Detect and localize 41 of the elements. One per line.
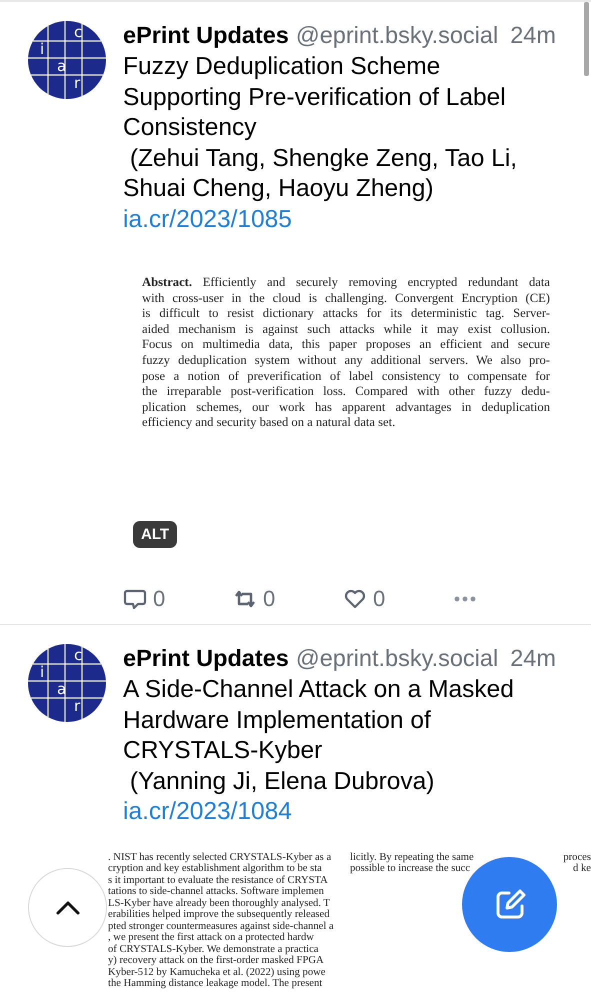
document-line: the Hamming distance leakage model. The present xyxy=(108,978,324,990)
logo-letter: c xyxy=(74,23,82,41)
document-line: tations to side-channel attacks. Software implemen xyxy=(108,886,325,898)
document-line: . NIST has recently selected CRYSTALS-Kyber as a xyxy=(108,852,332,863)
document-line: y) recovery attack on the first-order masked FPGA xyxy=(108,955,325,966)
document-line: possible to increase the succ xyxy=(350,863,470,874)
logo-letter: c xyxy=(74,646,82,664)
heart-icon xyxy=(343,587,367,611)
document-line: d ke xyxy=(573,863,591,874)
paper-link[interactable]: ia.cr/2023/1084 xyxy=(123,798,292,825)
chevron-up-icon xyxy=(54,900,80,916)
document-line: pted stronger countermeasures against side-channel a xyxy=(108,920,335,932)
document-line: , we present the first attack on a protected hardw xyxy=(108,932,315,944)
post-time: 24m xyxy=(510,644,556,673)
logo-letter: i xyxy=(40,40,44,58)
author-name: ePrint Updates xyxy=(123,644,289,673)
post-text: Fuzzy Deduplication Scheme Supporting Pre-verification of Label Consistency (Zehui Tang, Shengke Zeng, Tao Li, Shuai Cheng, Haoyu Zheng) ia.cr/2023/1085 xyxy=(123,52,518,234)
document-line: erabilities helped improve the subsequently released xyxy=(108,909,331,920)
document-line: licitly. By repeating the same xyxy=(350,852,474,863)
author-handle: @eprint.bsky.social xyxy=(296,644,498,673)
logo-letter: r xyxy=(74,697,80,715)
author-name: ePrint Updates xyxy=(123,21,289,50)
paper-link[interactable]: ia.cr/2023/1085 xyxy=(123,206,292,232)
abstract-text: Abstract. Efficiently and securely removing encrypted redundant data with cross-user in the cloud is challenging. Convergent Encryption (CE) is difficult to resist dictionary attacks for its deterministic tag. Server- aided mechanism is against such attacks while it may exist collusion. Focus on multimedia data, this paper proposes an efficient and secure fuzzy deduplication system without any additional servers. We also pro- pose a notion of preverification of label consistency to compensate for the irreparable post-verification loss. Compared with other fuzzy dedu- plication schemes, our work has apparent advantages in deduplication efficiency and security based on a natural data set. xyxy=(142,275,550,431)
post-text: A Side-Channel Attack on a Masked Hardware Implementation of CRYSTALS-Kyber (Yanning Ji, Elena Dubrova) ia.cr/2023/1084 xyxy=(123,675,515,827)
document-line: LS-Kyber have already been thoroughly analysed. T xyxy=(108,898,331,909)
author-handle: @eprint.bsky.social xyxy=(296,21,498,50)
speech-bubble-icon xyxy=(123,587,147,611)
reply-button[interactable]: 0 xyxy=(123,586,233,612)
alt-badge[interactable]: ALT xyxy=(133,521,178,548)
more-dots-icon xyxy=(453,596,477,602)
like-button[interactable]: 0 xyxy=(343,586,453,612)
repost-button[interactable]: 0 xyxy=(233,586,343,612)
document-line: Kyber-512 by Kamucheka et al. (2022) using powe xyxy=(108,966,326,978)
logo-letter: i xyxy=(40,663,44,681)
logo-letter: r xyxy=(74,74,80,92)
document-line: proces xyxy=(563,852,591,863)
document-line: of CRYSTALS-Kyber. We demonstrate a practica xyxy=(108,944,320,955)
post-time: 24m xyxy=(510,21,556,50)
document-line: cryption and key establishment algorithm to be sta xyxy=(108,863,323,874)
document-line: s it important to evaluate the resistance of CRYSTA xyxy=(108,874,329,886)
